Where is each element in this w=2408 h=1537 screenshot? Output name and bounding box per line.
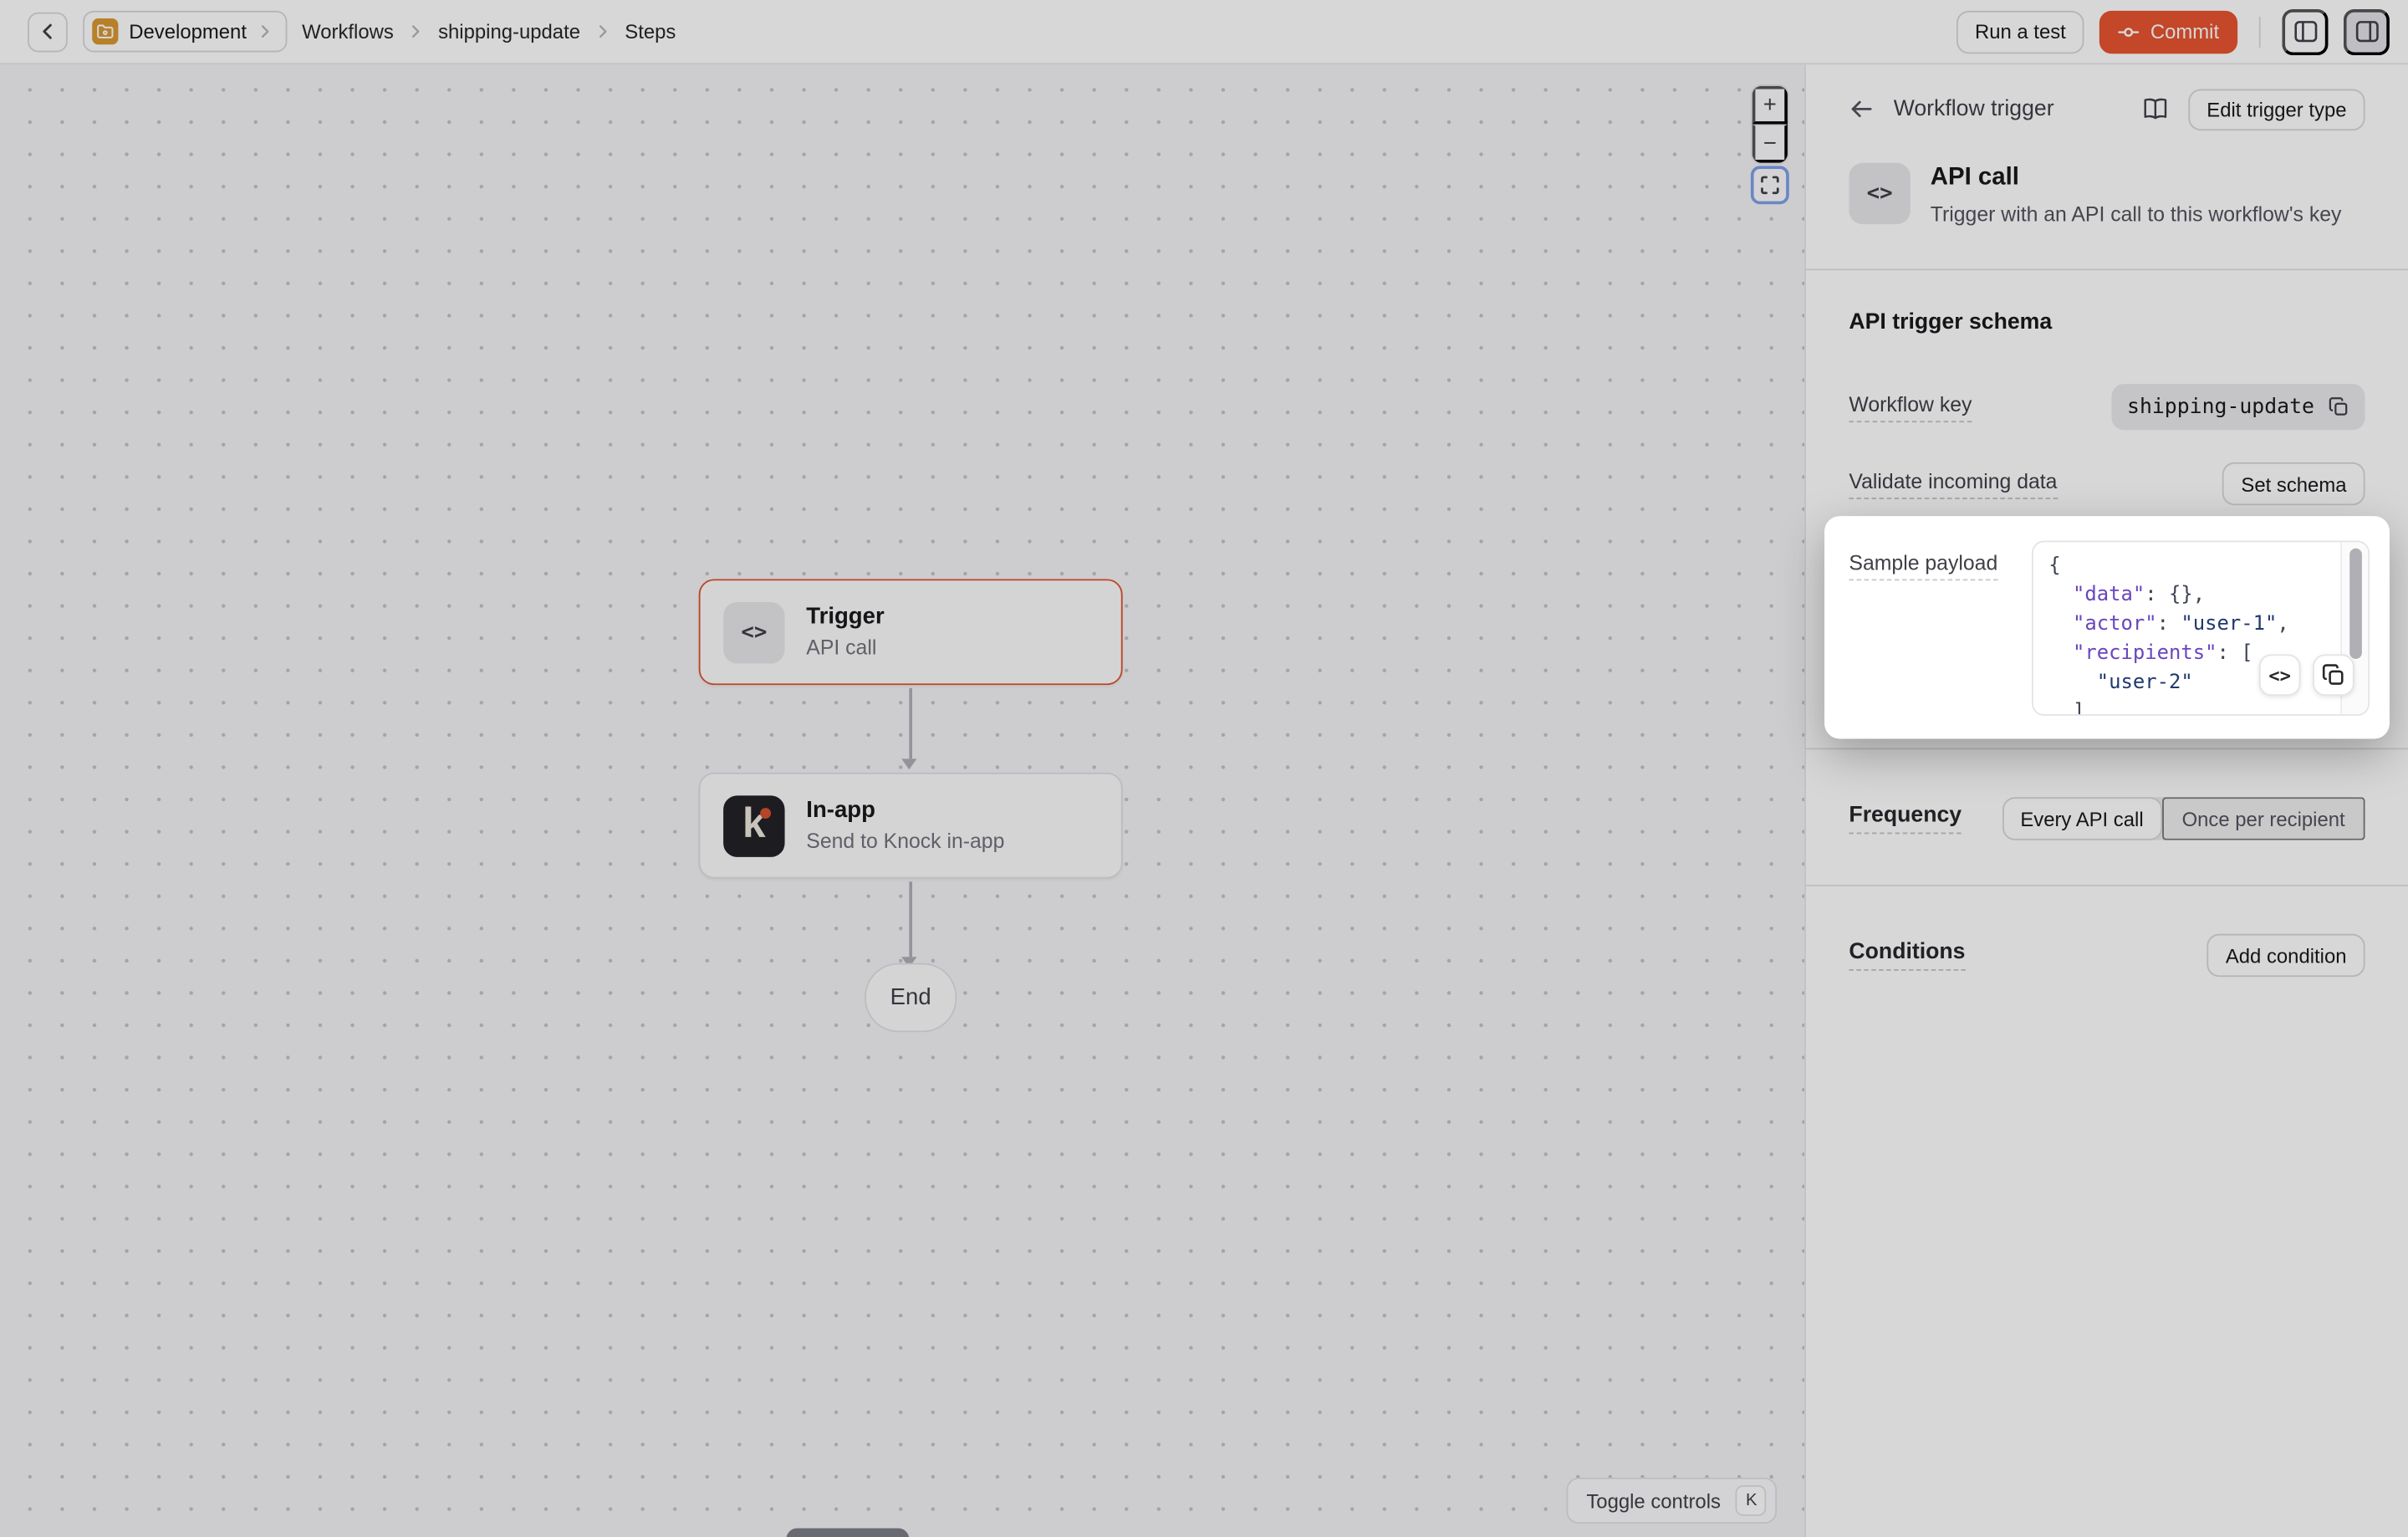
frequency-option-every-api-call[interactable]: Every API call	[2002, 797, 2161, 840]
divider	[1806, 885, 2408, 886]
validate-label: Validate incoming data	[1849, 469, 2057, 498]
panel-right-icon	[2354, 18, 2380, 44]
node-title: Trigger	[806, 602, 884, 631]
plus-icon: +	[1763, 92, 1777, 118]
workflow-key-value: shipping-update	[2127, 395, 2314, 419]
inapp-node-text: In-app Send to Knock in-app	[806, 795, 1004, 855]
add-condition-button[interactable]: Add condition	[2207, 934, 2365, 977]
connector-line	[909, 688, 911, 758]
commit-icon	[2118, 21, 2140, 43]
frequency-option-once-per-recipient[interactable]: Once per recipient	[2162, 797, 2365, 840]
zoom-out-button[interactable]: −	[1752, 125, 1788, 163]
conditions-label: Conditions	[1849, 940, 1965, 971]
connector-arrowhead	[901, 758, 916, 769]
workflow-key-label: Workflow key	[1849, 392, 1972, 421]
toggle-controls-label: Toggle controls	[1586, 1489, 1721, 1513]
breadcrumb: Development Workflows shipping-update St…	[28, 11, 676, 53]
workflow-key-row: Workflow key shipping-update	[1806, 384, 2408, 430]
environment-label: Development	[129, 20, 247, 43]
fit-view-button[interactable]	[1751, 166, 1789, 204]
keyboard-shortcut-badge: K	[1736, 1485, 1767, 1516]
trigger-node[interactable]: <> Trigger API call	[699, 579, 1123, 685]
hidden-toolbar-peek	[786, 1529, 909, 1537]
frequency-row: Frequency Every API call Once per recipi…	[1806, 797, 2408, 840]
sample-payload-spotlight: Sample payload { "data": {}, "actor": "u…	[1824, 516, 2390, 738]
trigger-type-title: API call	[1931, 163, 2342, 194]
copy-icon[interactable]	[2328, 396, 2349, 418]
run-a-test-button[interactable]: Run a test	[1956, 10, 2084, 53]
copy-payload-button[interactable]	[2313, 654, 2354, 696]
docs-button[interactable]	[2142, 97, 2168, 121]
toggle-right-panel-button[interactable]	[2344, 8, 2390, 54]
breadcrumb-steps[interactable]: Steps	[625, 20, 676, 43]
code-icon: <>	[1849, 163, 1910, 224]
minus-icon: −	[1763, 130, 1777, 156]
breadcrumb-workflows[interactable]: Workflows	[302, 20, 394, 43]
book-icon	[2142, 97, 2168, 121]
validate-row: Validate incoming data Set schema	[1806, 462, 2408, 505]
frequency-label: Frequency	[1849, 804, 1962, 835]
connector-line	[909, 881, 911, 957]
knock-workflow-editor: Development Workflows shipping-update St…	[0, 0, 2408, 1537]
toggle-left-panel-button[interactable]	[2282, 8, 2328, 54]
divider	[1806, 748, 2408, 749]
node-subtitle: API call	[806, 635, 884, 662]
arrow-left-icon	[1849, 97, 1873, 121]
breadcrumb-workflow-key[interactable]: shipping-update	[438, 20, 580, 43]
node-subtitle: Send to Knock in-app	[806, 828, 1004, 855]
editor-scrollbar-thumb[interactable]	[2349, 549, 2361, 659]
back-button[interactable]	[28, 12, 68, 52]
chevron-right-icon	[258, 24, 272, 38]
edit-trigger-type-button[interactable]: Edit trigger type	[2188, 89, 2365, 130]
commit-label: Commit	[2150, 20, 2219, 43]
chevron-right-icon	[595, 24, 610, 38]
panel-back-button[interactable]	[1849, 97, 1873, 121]
chevron-right-icon	[409, 24, 423, 38]
top-bar-actions: Run a test Commit	[1956, 8, 2390, 54]
set-schema-button[interactable]: Set schema	[2222, 462, 2365, 505]
panel-header: Workflow trigger Edit trigger type	[1806, 86, 2408, 132]
workflow-key-chip[interactable]: shipping-update	[2112, 384, 2365, 430]
zoom-controls: + −	[1751, 84, 1789, 165]
trigger-inspector-panel: Workflow trigger Edit trigger type <> AP…	[1804, 64, 2408, 1537]
panel-left-icon	[2292, 18, 2318, 44]
code-icon: <>	[723, 601, 784, 662]
format-code-button[interactable]: <>	[2259, 654, 2301, 696]
knock-logo: k	[723, 795, 784, 856]
node-title: In-app	[806, 795, 1004, 825]
schema-section-title: API trigger schema	[1849, 310, 2052, 334]
commit-button[interactable]: Commit	[2099, 10, 2237, 53]
trigger-type-description: Trigger with an API call to this workflo…	[1931, 202, 2342, 229]
copy-icon	[2322, 663, 2345, 687]
toggle-controls-button[interactable]: Toggle controls K	[1566, 1478, 1777, 1524]
end-node: End	[865, 963, 957, 1033]
trigger-node-text: Trigger API call	[806, 602, 884, 662]
sample-payload-label: Sample payload	[1849, 551, 1997, 580]
knock-logo-dot	[760, 807, 771, 818]
top-bar: Development Workflows shipping-update St…	[0, 0, 2408, 64]
environment-switcher[interactable]: Development	[83, 11, 287, 53]
conditions-row: Conditions Add condition	[1806, 934, 2408, 977]
chevron-left-icon	[39, 23, 56, 40]
in-app-step-node[interactable]: k In-app Send to Knock in-app	[699, 773, 1123, 879]
divider	[1806, 268, 2408, 270]
trigger-type-summary: <> API call Trigger with an API call to …	[1806, 161, 2408, 229]
code-icon: <>	[2268, 664, 2291, 686]
frequency-segmented-control: Every API call Once per recipient	[2002, 797, 2365, 840]
zoom-in-button[interactable]: +	[1752, 86, 1788, 125]
workflow-canvas[interactable]: + − <> Trigger API call k In-app Send to…	[0, 64, 1804, 1537]
folder-icon	[92, 18, 118, 44]
trigger-type-text: API call Trigger with an API call to thi…	[1931, 161, 2342, 229]
panel-title: Workflow trigger	[1894, 97, 2054, 121]
fit-view-icon	[1760, 175, 1780, 195]
divider	[2259, 16, 2261, 47]
